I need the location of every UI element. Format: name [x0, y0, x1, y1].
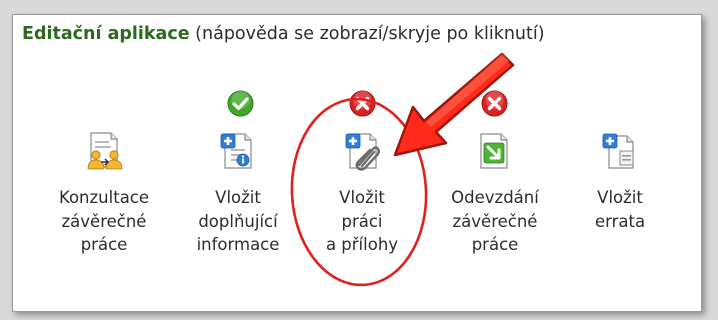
app-label-line: Vložit: [597, 188, 643, 207]
error-status-icon: [481, 90, 508, 117]
consultation-icon[interactable]: [85, 131, 125, 171]
error-status-icon: [349, 90, 376, 117]
app-label-line: errata: [594, 211, 646, 231]
app-consultation[interactable]: Konzultace závěrečné práce: [49, 186, 159, 257]
panel-title[interactable]: Editační aplikace: [22, 24, 190, 44]
app-submit-thesis[interactable]: Odevzdání závěrečné práce: [440, 186, 550, 257]
app-add-info[interactable]: Vložit doplňující informace: [183, 186, 293, 257]
app-label-line: Konzultace: [58, 188, 150, 207]
app-label-line: Odevzdání: [451, 188, 539, 207]
app-label-line: a přílohy: [325, 235, 399, 254]
app-label-line: práce: [471, 235, 519, 254]
ok-status-icon: [227, 90, 254, 117]
app-label-line: práci: [341, 211, 383, 231]
app-label-line: doplňující: [198, 211, 278, 231]
app-label-line: práce: [80, 235, 128, 254]
app-label-line: závěrečné: [61, 211, 147, 231]
submit-thesis-icon[interactable]: [474, 131, 514, 171]
app-errata[interactable]: Vložit errata: [565, 186, 675, 233]
app-label-line: Vložit: [339, 188, 385, 207]
upload-thesis-icon[interactable]: [343, 131, 383, 171]
app-label-line: Vložit: [215, 188, 261, 207]
add-info-icon[interactable]: [218, 131, 258, 171]
errata-icon[interactable]: [600, 131, 640, 171]
panel-hint[interactable]: (nápověda se zobrazí/skryje po kliknutí): [190, 24, 544, 44]
app-label-line: závěrečné: [452, 211, 538, 231]
panel-heading[interactable]: Editační aplikace (nápověda se zobrazí/s…: [22, 24, 545, 44]
app-label-line: informace: [196, 235, 280, 254]
app-upload-thesis[interactable]: Vložit práci a přílohy: [307, 186, 417, 257]
